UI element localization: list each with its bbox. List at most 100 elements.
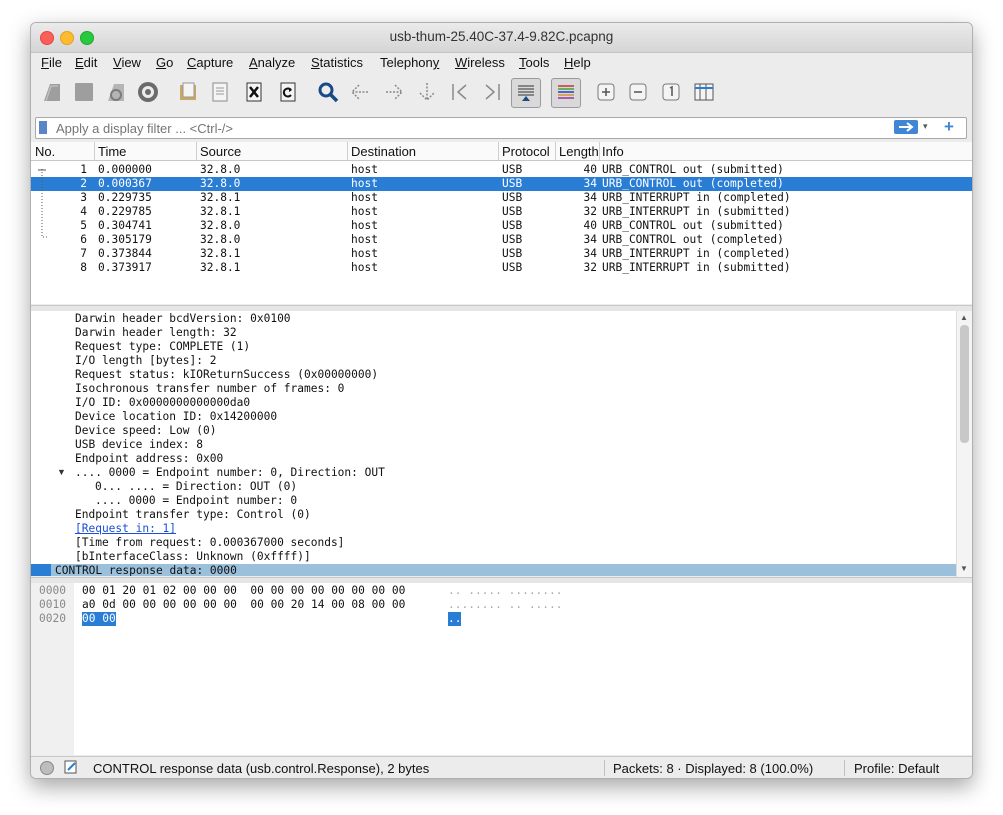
packet-row[interactable]: 7 0.373844 32.8.1 host USB 34 URB_INTERRUPT in… (31, 247, 972, 261)
packet-cell-no: 1 (80, 163, 87, 176)
menu-file[interactable]: File (41, 55, 62, 70)
scrollbar-thumb[interactable] (960, 325, 969, 443)
packet-cell-src: 32.8.1 (200, 191, 241, 204)
capture-comment-icon[interactable] (64, 760, 78, 774)
details-tree-item[interactable]: I/O ID: 0x0000000000000da0 (31, 396, 956, 410)
packet-cell-info: URB_CONTROL out (completed) (602, 177, 784, 190)
packet-row[interactable]: 2 0.000367 32.8.0 host USB 34 URB_CONTROL out … (31, 177, 972, 191)
stop-capture-icon[interactable] (71, 79, 97, 105)
details-tree-item[interactable]: Darwin header bcdVersion: 0x0100 (31, 312, 956, 326)
colorize-icon[interactable] (551, 78, 581, 108)
last-packet-icon[interactable] (479, 79, 505, 105)
filter-dropdown-icon[interactable]: ▾ (923, 121, 928, 132)
capture-options-icon[interactable] (135, 79, 161, 105)
menu-wireless[interactable]: Wireless (455, 55, 505, 70)
bytes-ascii[interactable]: .. ..... ........ (448, 584, 563, 598)
save-file-icon[interactable] (207, 79, 233, 105)
auto-scroll-icon[interactable] (511, 78, 541, 108)
scroll-down-icon[interactable]: ▼ (960, 564, 968, 573)
menu-capture[interactable]: Capture (187, 55, 233, 70)
column-length[interactable]: Length (559, 144, 599, 159)
packet-row[interactable]: 1 0.000000 32.8.0 host USB 40 URB_CONTROL out … (31, 163, 972, 177)
packet-row[interactable]: 3 0.229735 32.8.1 host USB 34 URB_INTERRUPT in… (31, 191, 972, 205)
menu-statistics[interactable]: Statistics (311, 55, 363, 70)
app-window: usb-thum-25.40C-37.4-9.82C.pcapng File E… (30, 22, 973, 779)
column-info[interactable]: Info (602, 144, 624, 159)
packet-row[interactable]: 5 0.304741 32.8.0 host USB 40 URB_CONTROL out … (31, 219, 972, 233)
details-tree-item[interactable]: CONTROL response data: 0000 (31, 564, 956, 576)
details-tree-item-text: Darwin header bcdVersion: 0x0100 (75, 312, 291, 325)
display-filter-bar: ▾ + (35, 117, 967, 139)
details-scrollbar[interactable]: ▲ ▼ (956, 311, 972, 577)
details-tree-item[interactable]: Device speed: Low (0) (31, 424, 956, 438)
menu-bar: File Edit View Go Capture Analyze Statis… (31, 53, 972, 73)
column-source[interactable]: Source (200, 144, 241, 159)
packet-cell-time: 0.229785 (98, 205, 152, 218)
details-tree-item[interactable]: 0... .... = Direction: OUT (0) (31, 480, 956, 494)
expert-info-icon[interactable] (40, 761, 54, 775)
go-forward-icon[interactable] (381, 79, 407, 105)
menu-view[interactable]: View (113, 55, 141, 70)
zoom-out-icon[interactable] (625, 79, 651, 105)
normal-size-icon[interactable] (658, 79, 684, 105)
details-tree-item[interactable]: [bInterfaceClass: Unknown (0xffff)] (31, 550, 956, 564)
packet-cell-info: URB_CONTROL out (submitted) (602, 219, 784, 232)
scroll-up-icon[interactable]: ▲ (960, 313, 968, 322)
bytes-hex[interactable]: 00 00 (82, 612, 116, 626)
menu-edit[interactable]: Edit (75, 55, 97, 70)
open-file-icon[interactable] (175, 79, 201, 105)
details-tree-item[interactable]: Endpoint address: 0x00 (31, 452, 956, 466)
go-to-packet-icon[interactable] (414, 79, 440, 105)
reload-file-icon[interactable] (275, 79, 301, 105)
apply-filter-icon[interactable] (894, 120, 918, 134)
bytes-offset: 0010 (39, 598, 66, 611)
resize-columns-icon[interactable] (691, 79, 717, 105)
column-destination[interactable]: Destination (351, 144, 416, 159)
bytes-hex[interactable]: a0 0d 00 00 00 00 00 00 00 00 20 14 00 0… (82, 598, 405, 612)
details-tree-item[interactable]: USB device index: 8 (31, 438, 956, 452)
menu-analyze[interactable]: Analyze (249, 55, 295, 70)
details-tree-item[interactable]: I/O length [bytes]: 2 (31, 354, 956, 368)
bytes-ascii[interactable]: ........ .. ..... (448, 598, 563, 612)
packet-cell-src: 32.8.1 (200, 261, 241, 274)
packet-cell-len: 34 (583, 233, 597, 246)
bytes-ascii[interactable]: .. (448, 612, 462, 626)
details-tree-item[interactable]: Darwin header length: 32 (31, 326, 956, 340)
menu-tools[interactable]: Tools (519, 55, 549, 70)
packet-cell-time: 0.000367 (98, 177, 152, 190)
packet-cell-proto: USB (502, 261, 523, 274)
details-tree-item[interactable]: Request status: kIOReturnSuccess (0x0000… (31, 368, 956, 382)
close-file-icon[interactable] (241, 79, 267, 105)
column-no[interactable]: No. (35, 144, 55, 159)
packet-cell-no: 2 (80, 177, 87, 190)
details-tree-item[interactable]: [Time from request: 0.000367000 seconds] (31, 536, 956, 550)
bookmark-icon[interactable] (39, 121, 47, 134)
status-profile[interactable]: Profile: Default (854, 761, 939, 776)
bytes-hex[interactable]: 00 01 20 01 02 00 00 00 00 00 00 00 00 0… (82, 584, 405, 598)
add-filter-button-icon[interactable]: + (944, 117, 954, 137)
start-capture-icon[interactable] (39, 79, 65, 105)
go-back-icon[interactable] (347, 79, 373, 105)
packet-cell-proto: USB (502, 205, 523, 218)
find-packet-icon[interactable] (315, 79, 341, 105)
column-time[interactable]: Time (98, 144, 126, 159)
menu-telephony[interactable]: Telephony (380, 55, 439, 70)
packet-row[interactable]: 4 0.229785 32.8.1 host USB 32 URB_INTERRUPT in… (31, 205, 972, 219)
details-tree-item[interactable]: .... 0000 = Endpoint number: 0, Directio… (31, 466, 956, 480)
menu-help[interactable]: Help (564, 55, 591, 70)
packet-row[interactable]: 8 0.373917 32.8.1 host USB 32 URB_INTERRUPT in… (31, 261, 972, 275)
restart-capture-icon[interactable] (103, 79, 129, 105)
details-tree-item[interactable]: Request type: COMPLETE (1) (31, 340, 956, 354)
first-packet-icon[interactable] (447, 79, 473, 105)
details-tree-item[interactable]: Device location ID: 0x14200000 (31, 410, 956, 424)
display-filter-input[interactable] (56, 120, 876, 136)
details-tree-item[interactable]: [Request in: 1] (31, 522, 956, 536)
menu-go[interactable]: Go (156, 55, 173, 70)
zoom-in-icon[interactable] (593, 79, 619, 105)
column-protocol[interactable]: Protocol (502, 144, 550, 159)
details-tree-item[interactable]: Isochronous transfer number of frames: 0 (31, 382, 956, 396)
details-tree-item[interactable]: Endpoint transfer type: Control (0) (31, 508, 956, 522)
expand-arrow-icon[interactable]: ▼ (57, 467, 66, 477)
packet-row[interactable]: 6 0.305179 32.8.0 host USB 34 URB_CONTROL out … (31, 233, 972, 247)
details-tree-item[interactable]: .... 0000 = Endpoint number: 0 (31, 494, 956, 508)
